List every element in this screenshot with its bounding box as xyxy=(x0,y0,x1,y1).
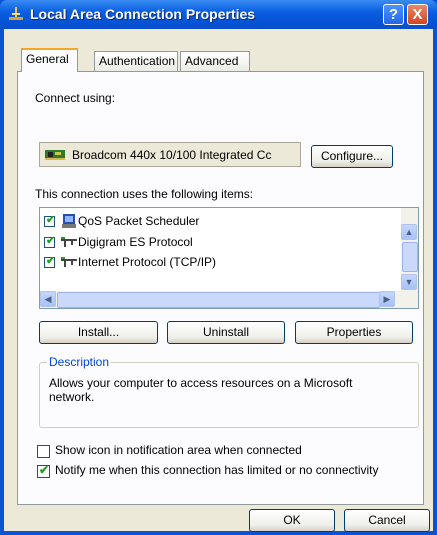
scheduler-icon xyxy=(62,214,76,228)
install-button[interactable]: Install... xyxy=(39,321,158,344)
item-label: Digigram ES Protocol xyxy=(78,235,193,249)
adapter-name: Broadcom 440x 10/100 Integrated Cc xyxy=(72,148,272,162)
scroll-up-button[interactable]: ▲ xyxy=(401,224,417,240)
vertical-scroll-thumb[interactable] xyxy=(402,242,418,272)
properties-button[interactable]: Properties xyxy=(295,321,413,344)
uninstall-button[interactable]: Uninstall xyxy=(167,321,285,344)
tab-authentication[interactable]: Authentication xyxy=(94,51,178,71)
tab-advanced[interactable]: Advanced xyxy=(180,51,250,71)
vertical-scrollbar[interactable]: ▲ ▼ xyxy=(401,208,418,291)
items-label: This connection uses the following items… xyxy=(35,187,254,201)
dialog-window: Local Area Connection Properties ? X Aut… xyxy=(0,0,437,535)
dialog-client-area: Authentication Advanced General Connect … xyxy=(4,29,433,532)
scroll-down-button[interactable]: ▼ xyxy=(401,274,417,290)
scroll-right-button[interactable]: ▶ xyxy=(379,291,395,307)
show-icon-checkbox[interactable] xyxy=(37,445,50,458)
notify-label: Notify me when this connection has limit… xyxy=(55,463,379,477)
horizontal-scrollbar[interactable]: ◀ ▶ xyxy=(40,291,418,308)
network-adapter-icon xyxy=(45,150,65,160)
notify-checkbox[interactable]: ✔ xyxy=(37,463,50,478)
adapter-box: Broadcom 440x 10/100 Integrated Cc xyxy=(39,142,301,167)
item-checkbox[interactable]: ✔ xyxy=(44,235,55,248)
protocol-icon xyxy=(61,237,77,247)
protocol-icon xyxy=(61,257,77,267)
configure-button[interactable]: Configure... xyxy=(311,145,393,168)
horizontal-scroll-thumb[interactable] xyxy=(57,292,380,308)
network-connection-icon xyxy=(9,7,23,20)
title-bar[interactable]: Local Area Connection Properties ? X xyxy=(0,0,437,29)
components-list[interactable]: ✔ QoS Packet Scheduler ✔ Digigram ES Pro… xyxy=(39,207,419,309)
help-button[interactable]: ? xyxy=(383,4,404,25)
item-label: Internet Protocol (TCP/IP) xyxy=(78,255,217,269)
close-button[interactable]: X xyxy=(407,4,428,25)
cancel-button[interactable]: Cancel xyxy=(344,509,430,532)
scroll-left-button[interactable]: ◀ xyxy=(40,291,56,307)
show-icon-label: Show icon in notification area when conn… xyxy=(55,443,302,457)
window-title: Local Area Connection Properties xyxy=(30,6,256,22)
connect-using-label: Connect using: xyxy=(35,91,116,105)
item-checkbox[interactable]: ✔ xyxy=(44,255,55,268)
item-label: QoS Packet Scheduler xyxy=(78,214,200,228)
ok-button[interactable]: OK xyxy=(249,509,335,532)
tab-general[interactable]: General xyxy=(21,48,78,72)
description-title: Description xyxy=(47,355,112,369)
description-text: Allows your computer to access resources… xyxy=(49,376,353,404)
item-checkbox[interactable]: ✔ xyxy=(44,214,55,227)
